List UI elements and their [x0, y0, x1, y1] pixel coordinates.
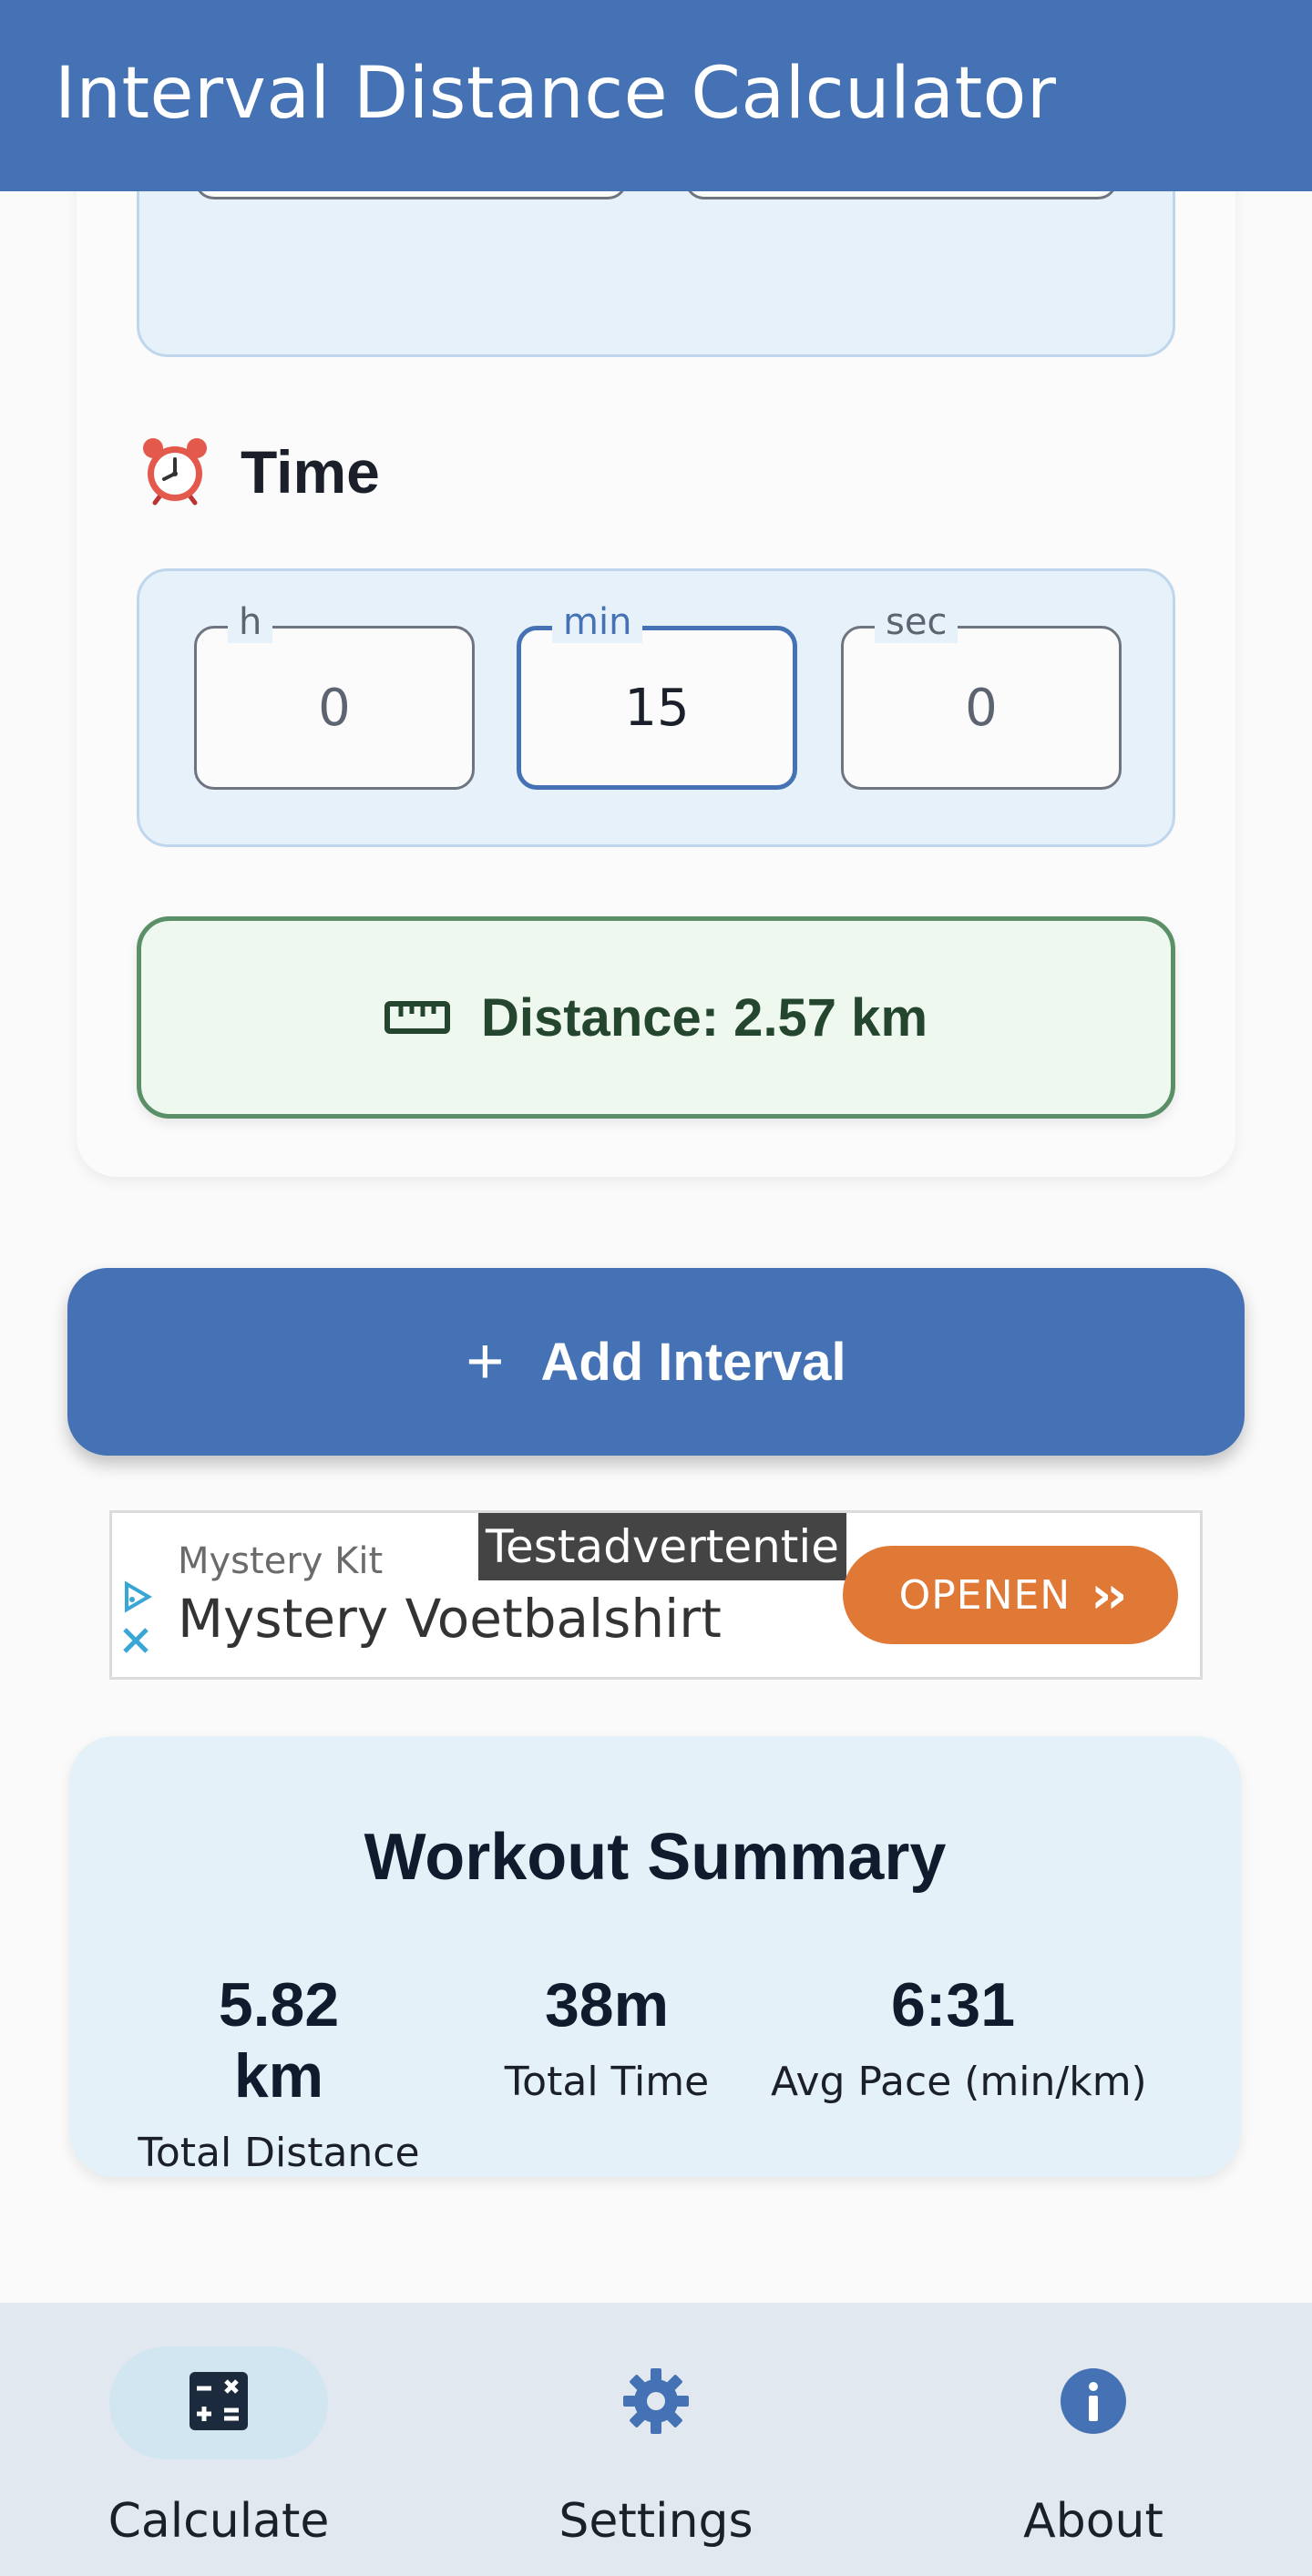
stat-total-distance: 5.82 km Total Distance	[138, 1969, 419, 2176]
stat-caption: Total Distance	[138, 2130, 420, 2176]
ruler-icon	[384, 1001, 450, 1034]
gear-icon	[623, 2368, 689, 2434]
calculator-icon	[190, 2372, 248, 2430]
time-section-heading: Time	[137, 434, 380, 510]
ad-banner[interactable]: Mystery Kit Mystery Voetbalshirt Testadv…	[109, 1510, 1203, 1680]
app-title: Interval Distance Calculator	[55, 53, 1057, 135]
nav-label: About	[1023, 2494, 1163, 2549]
stat-caption: Total Time	[504, 2059, 710, 2105]
ad-advertiser: Mystery Kit	[178, 1540, 384, 1582]
minutes-value: 15	[624, 678, 690, 738]
hours-value: 0	[318, 678, 351, 738]
stat-value: 5.82 km	[218, 1970, 340, 2111]
adchoices-icon[interactable]	[118, 1577, 158, 1668]
seconds-value: 0	[965, 678, 998, 738]
nav-label: Settings	[559, 2494, 753, 2549]
stat-avg-pace: 6:31 Avg Pace (min/km)	[771, 1969, 1147, 2105]
nav-item-settings[interactable]: Settings	[437, 2303, 875, 2576]
double-chevron-right-icon: ››	[1091, 1565, 1127, 1625]
add-interval-label: Add Interval	[540, 1332, 846, 1392]
distance-text: Distance: 2.57 km	[480, 987, 928, 1048]
workout-summary-card: Workout Summary 5.82 km Total Distance 3…	[69, 1736, 1241, 2177]
stat-value: 6:31	[890, 1970, 1016, 2039]
nav-item-about[interactable]: About	[875, 2303, 1312, 2576]
nav-label: Calculate	[108, 2494, 330, 2549]
nav-item-calculate[interactable]: Calculate	[0, 2303, 437, 2576]
seconds-label: sec	[875, 601, 958, 643]
seconds-field[interactable]: sec 0	[841, 601, 1122, 790]
ad-open-button[interactable]: OPENEN ››	[843, 1546, 1178, 1644]
bottom-navigation: Calculate Settings About	[0, 2303, 1312, 2576]
minutes-label: min	[552, 601, 643, 643]
app-bar: Interval Distance Calculator	[0, 0, 1312, 191]
hours-label: h	[228, 601, 273, 643]
summary-title: Workout Summary	[364, 1821, 947, 1894]
info-icon	[1061, 2368, 1126, 2434]
add-interval-button[interactable]: + Add Interval	[67, 1268, 1245, 1456]
stat-caption: Avg Pace (min/km)	[771, 2059, 1147, 2105]
stat-value: 38m	[544, 1970, 670, 2039]
ad-headline[interactable]: Mystery Voetbalshirt	[178, 1588, 722, 1650]
interval-card: 5 50 Time h 0 min 15 sec	[77, 76, 1235, 1177]
ad-open-label: OPENEN	[898, 1571, 1071, 1619]
hours-field[interactable]: h 0	[194, 601, 475, 790]
time-group: h 0 min 15 sec 0	[137, 568, 1175, 847]
time-heading: Time	[241, 438, 380, 506]
ad-test-tag: Testadvertentie	[478, 1513, 847, 1580]
stat-total-time: 38m Total Time	[497, 1969, 716, 2105]
alarm-clock-icon	[143, 438, 207, 506]
minutes-field[interactable]: min 15	[517, 601, 797, 790]
plus-icon: +	[466, 1325, 505, 1398]
distance-result: Distance: 2.57 km	[137, 916, 1175, 1119]
